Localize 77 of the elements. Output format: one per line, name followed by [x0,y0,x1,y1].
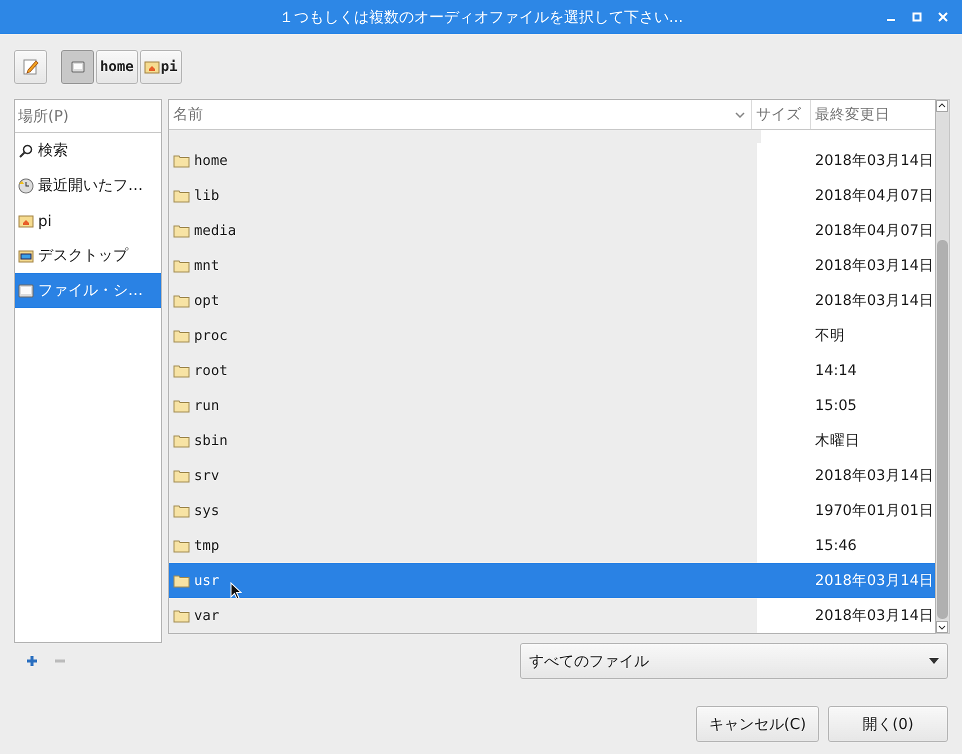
clock-icon [18,178,34,194]
file-name: home [194,152,228,168]
chevron-down-icon [735,112,745,118]
file-name: lib [194,188,220,204]
file-name: var [194,608,220,624]
folder-icon [173,434,190,448]
column-header[interactable]: 最終変更日 [811,100,935,129]
file-name: usr [194,572,220,588]
file-name: proc [194,328,228,344]
folder-icon [173,328,190,342]
modified-date: 不明 [815,327,845,345]
drive-icon [18,282,34,298]
path-button[interactable] [61,50,94,84]
places-item[interactable]: デスクトップ [15,238,161,273]
mouse-pointer-icon [230,582,242,600]
home-folder-icon [18,214,34,228]
file-name: tmp [194,538,220,554]
places-item[interactable]: 検索 [15,133,161,168]
places-item[interactable]: pi [15,203,161,238]
file-name: root [194,362,228,378]
file-name: srv [194,468,220,484]
maximize-icon[interactable] [912,12,922,22]
file-name: run [194,398,220,414]
modified-date: 2018年03月14日 [815,292,934,310]
places-item[interactable]: 最近開いたフ… [15,168,161,203]
file-name: opt [194,292,220,308]
modified-date: 14:14 [815,362,857,378]
edit-location-button[interactable] [14,50,47,84]
modified-date: 2018年04月07日 [815,222,934,240]
pencil-note-icon [22,58,40,76]
folder-icon [173,574,190,588]
drive-icon [70,60,84,74]
column-header[interactable]: サイズ [752,100,811,129]
scrollbar-thumb[interactable] [937,240,948,619]
folder-icon [173,608,190,622]
file-name: mnt [194,258,220,274]
modified-date: 1970年01月01日 [815,502,934,520]
path-button[interactable]: home [96,50,138,84]
modified-date: 15:05 [815,398,857,414]
dropdown-arrow-icon [929,658,939,664]
scroll-up-icon[interactable] [936,100,948,112]
modified-date: 2018年04月07日 [815,187,934,205]
modified-date: 2018年03月14日 [815,572,934,590]
magnifier-icon [18,142,34,158]
folder-icon [173,398,190,412]
file-name: sys [194,502,220,518]
modified-date: 2018年03月14日 [815,467,934,485]
path-button[interactable]: pi [140,50,182,84]
close-icon[interactable] [938,12,948,22]
places-header: 場所(P) [15,100,161,133]
scrollbar[interactable] [936,99,950,634]
folder-icon [173,538,190,552]
window-title: １つもしくは複数のオーディオファイルを選択して下さい... [278,8,684,26]
modified-date: 15:46 [815,538,857,554]
file-name: sbin [194,432,228,448]
modified-date: 2018年03月14日 [815,607,934,625]
folder-icon [173,504,190,518]
folder-icon [173,188,190,202]
folder-icon [173,294,190,308]
folder-icon [173,154,190,168]
modified-date: 2018年03月14日 [815,152,934,170]
modified-date: 木曜日 [815,432,860,450]
add-icon[interactable] [26,655,38,667]
column-header[interactable]: 名前 [169,100,752,129]
home-folder-icon [144,60,160,74]
places-item[interactable]: ファイル・シ… [15,273,161,308]
folder-icon [173,224,190,238]
file-name: media [194,222,236,238]
open-button[interactable]: 開く(0) [828,706,948,742]
scroll-down-icon[interactable] [936,621,948,633]
folder-icon [173,364,190,378]
file-type-dropdown[interactable]: すべてのファイル [520,643,948,679]
cancel-button[interactable]: キャンセル(C) [696,706,819,742]
folder-icon [173,258,190,272]
modified-date: 2018年03月14日 [815,257,934,275]
folder-icon [173,468,190,482]
desktop-folder-icon [18,248,34,262]
